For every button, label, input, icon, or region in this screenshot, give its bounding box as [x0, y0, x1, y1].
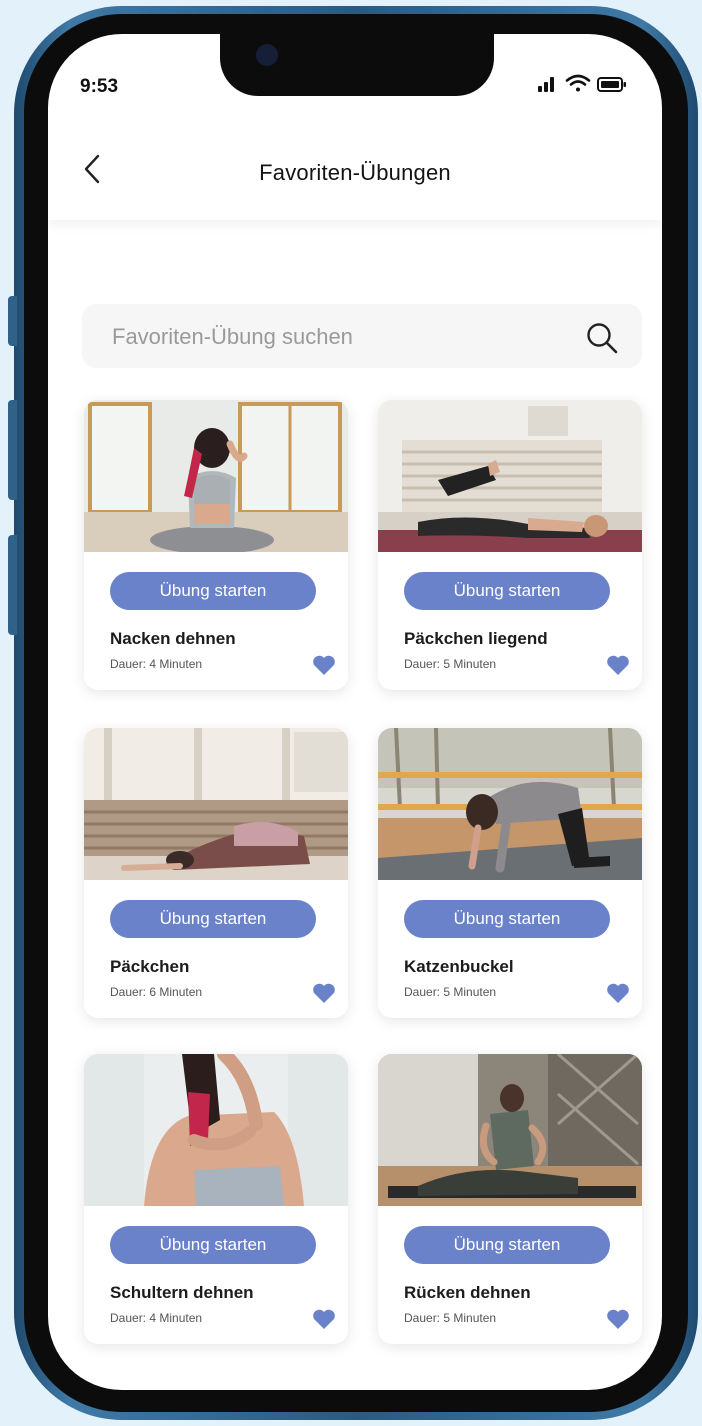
start-exercise-button[interactable]: Übung starten	[404, 1226, 610, 1264]
exercise-duration: Dauer: 6 Minuten	[110, 985, 203, 999]
exercise-duration: Dauer: 5 Minuten	[404, 1311, 497, 1325]
exercise-photo	[378, 400, 642, 552]
search-input[interactable]	[110, 304, 564, 370]
exercise-duration: Dauer: 5 Minuten	[404, 985, 497, 999]
camera-icon	[256, 44, 278, 66]
start-exercise-button[interactable]: Übung starten	[404, 572, 610, 610]
exercise-duration: Dauer: 5 Minuten	[404, 657, 497, 671]
exercise-title: Nacken dehnen	[110, 629, 236, 648]
exercise-title: Katzenbuckel	[404, 957, 514, 976]
favorite-heart-icon[interactable]	[606, 1308, 630, 1330]
exercise-card[interactable]: Übung starten Schultern dehnen Dauer: 4 …	[84, 1054, 348, 1344]
phone-volume-up-button	[8, 400, 17, 500]
exercise-card[interactable]: Übung starten Katzenbuckel Dauer: 5 Minu…	[378, 728, 642, 1018]
exercise-title: Rücken dehnen	[404, 1283, 531, 1302]
exercise-title: Schultern dehnen	[110, 1283, 254, 1302]
exercise-duration: Dauer: 4 Minuten	[110, 1311, 203, 1325]
exercise-card[interactable]: Übung starten Nacken dehnen Dauer: 4 Min…	[84, 400, 348, 690]
exercise-duration: Dauer: 4 Minuten	[110, 657, 203, 671]
start-exercise-button[interactable]: Übung starten	[110, 900, 316, 938]
exercise-card[interactable]: Übung starten Rücken dehnen Dauer: 5 Min…	[378, 1054, 642, 1344]
exercise-title: Päckchen liegend	[404, 629, 548, 648]
page-title: Favoriten-Übungen	[259, 160, 451, 185]
battery-icon	[597, 77, 626, 92]
notch	[220, 34, 494, 96]
search-bar	[82, 304, 642, 370]
favorite-heart-icon[interactable]	[606, 982, 630, 1004]
wifi-icon	[565, 74, 591, 92]
start-exercise-button[interactable]: Übung starten	[110, 572, 316, 610]
signal-icon	[538, 77, 554, 92]
exercise-card[interactable]: Übung starten Päckchen liegend Dauer: 5 …	[378, 400, 642, 690]
exercise-photo	[378, 728, 642, 880]
phone-volume-down-button	[8, 535, 17, 635]
exercise-photo	[84, 400, 348, 552]
exercise-photo	[378, 1054, 642, 1206]
status-time: 9:53	[80, 76, 119, 97]
exercise-photo	[84, 728, 348, 880]
favorite-heart-icon[interactable]	[606, 654, 630, 676]
status-icons	[538, 74, 626, 92]
search-icon[interactable]	[584, 320, 620, 356]
page-header: Favoriten-Übungen	[48, 118, 662, 220]
exercise-photo	[84, 1054, 348, 1206]
exercise-title: Päckchen	[110, 957, 190, 976]
favorite-heart-icon[interactable]	[312, 982, 336, 1004]
favorite-heart-icon[interactable]	[312, 1308, 336, 1330]
favorite-heart-icon[interactable]	[312, 654, 336, 676]
phone-silent-switch	[8, 296, 17, 346]
start-exercise-button[interactable]: Übung starten	[110, 1226, 316, 1264]
start-exercise-button[interactable]: Übung starten	[404, 900, 610, 938]
exercise-card[interactable]: Übung starten Päckchen Dauer: 6 Minuten	[84, 728, 348, 1018]
app-screen: 9:53 Favoriten-Übungen Favoriten-Übung s…	[48, 34, 662, 1390]
